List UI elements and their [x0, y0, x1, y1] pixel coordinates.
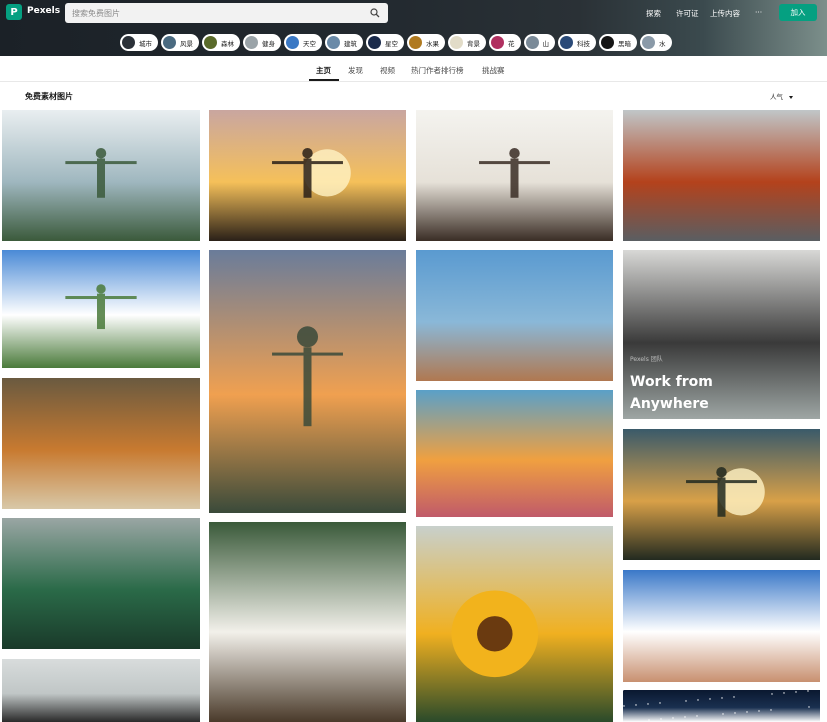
- photo-person-in-green-bushes[interactable]: [2, 518, 200, 649]
- chevron-down-icon: [789, 95, 793, 99]
- category-thumbnail-icon: [642, 36, 655, 49]
- nav-more-menu[interactable]: ···: [755, 8, 762, 17]
- photo-autumn-road-red-trees[interactable]: [623, 110, 820, 241]
- category-chip-label: 风景: [180, 39, 193, 48]
- category-chip[interactable]: 风景: [161, 34, 199, 51]
- category-chip-label: 森林: [221, 39, 234, 48]
- category-chip[interactable]: 森林: [202, 34, 240, 51]
- main-tabs: 主页 发现 视频 热门作者排行榜 挑战赛: [0, 56, 827, 82]
- category-chip-label: 天空: [303, 39, 316, 48]
- search-input[interactable]: [65, 8, 355, 18]
- tab-videos[interactable]: 视频: [380, 65, 395, 76]
- category-chips: 城市 风景 森林 健身 天空 建筑 星空 水果 背景 花 山 科技 黑暗 水: [120, 34, 672, 51]
- photo-sunflower-in-field[interactable]: [416, 526, 613, 722]
- category-chip-label: 花: [508, 39, 515, 48]
- ad-title-line-1: Work from: [630, 374, 713, 390]
- top-navigation: P Pexels 探索 许可证 上传内容 ··· 加入: [0, 0, 827, 26]
- ad-title-line-2: Anywhere: [630, 396, 709, 412]
- join-button[interactable]: 加入: [779, 4, 817, 21]
- photo-starry-night-sky[interactable]: [623, 690, 820, 722]
- category-thumbnail-icon: [122, 36, 135, 49]
- category-chip-label: 健身: [262, 39, 275, 48]
- category-chip-label: 背景: [467, 39, 480, 48]
- category-chip-label: 水: [659, 39, 666, 48]
- tab-challenges[interactable]: 挑战赛: [482, 65, 505, 76]
- pexels-logo-icon[interactable]: P: [6, 4, 22, 20]
- photo-woman-raising-arm-bright-sky[interactable]: [416, 110, 613, 241]
- category-thumbnail-icon: [286, 36, 299, 49]
- category-thumbnail-icon: [450, 36, 463, 49]
- category-chip[interactable]: 科技: [558, 34, 596, 51]
- tab-discover[interactable]: 发现: [348, 65, 363, 76]
- brand-name[interactable]: Pexels: [27, 6, 60, 16]
- category-chip[interactable]: 水: [640, 34, 672, 51]
- category-chip[interactable]: 健身: [243, 34, 281, 51]
- photo-woman-autumn-leaves[interactable]: [2, 378, 200, 509]
- ad-subtitle: Pexels 团队: [630, 356, 663, 363]
- photo-man-arms-up-golden-hour[interactable]: [623, 429, 820, 560]
- nav-explore[interactable]: 探索: [646, 8, 661, 19]
- category-thumbnail-icon: [368, 36, 381, 49]
- category-chip[interactable]: 山: [523, 34, 555, 51]
- nav-upload[interactable]: 上传内容: [710, 8, 740, 19]
- category-chip-label: 水果: [426, 39, 439, 48]
- category-chip[interactable]: 水果: [407, 34, 445, 51]
- category-thumbnail-icon: [245, 36, 258, 49]
- category-thumbnail-icon: [409, 36, 422, 49]
- category-thumbnail-icon: [491, 36, 504, 49]
- category-chip[interactable]: 天空: [284, 34, 322, 51]
- category-chip-label: 建筑: [344, 39, 357, 48]
- photo-man-arms-wide-green-valley[interactable]: [2, 250, 200, 368]
- photo-woman-white-dress-in-tree[interactable]: [209, 522, 406, 722]
- category-chip[interactable]: 建筑: [325, 34, 363, 51]
- photo-gray-sky-person[interactable]: [2, 659, 200, 722]
- photo-man-jumping-by-lake[interactable]: [2, 110, 200, 241]
- pexels-page: P Pexels 探索 许可证 上传内容 ··· 加入 城市 风景 森林 健身 天空 建筑…: [0, 0, 827, 722]
- category-chip-label: 城市: [139, 39, 152, 48]
- category-thumbnail-icon: [327, 36, 340, 49]
- category-thumbnail-icon: [204, 36, 217, 49]
- search-bar: [65, 3, 388, 23]
- category-thumbnail-icon: [525, 36, 539, 49]
- tab-home[interactable]: 主页: [316, 65, 331, 76]
- category-chip[interactable]: 星空: [366, 34, 404, 51]
- photo-woman-arms-wide-mountain-sunrise[interactable]: [209, 250, 406, 513]
- category-thumbnail-icon: [560, 36, 573, 49]
- category-chip[interactable]: 背景: [448, 34, 486, 51]
- category-thumbnail-icon: [163, 36, 176, 49]
- category-chip[interactable]: 黑暗: [599, 34, 637, 51]
- category-chip[interactable]: 花: [489, 34, 521, 51]
- nav-license[interactable]: 许可证: [676, 8, 699, 19]
- photo-pastel-mountain-layers-sunset[interactable]: [416, 390, 613, 517]
- photo-hands-breaking-handcuffs-sky[interactable]: [623, 570, 820, 682]
- category-chip-label: 科技: [577, 39, 590, 48]
- category-thumbnail-icon: [601, 36, 614, 49]
- category-chip[interactable]: 城市: [120, 34, 158, 51]
- sort-label: 人气: [770, 93, 783, 101]
- category-chip-label: 山: [542, 39, 550, 48]
- sort-dropdown[interactable]: 人气: [770, 91, 793, 101]
- active-tab-indicator: [309, 79, 339, 81]
- photo-woman-silhouette-sunset-pier[interactable]: [209, 110, 406, 241]
- ad-title[interactable]: Work from Anywhere: [630, 371, 750, 415]
- category-chip-label: 星空: [385, 39, 398, 48]
- photo-hand-reaching-sea-sparkle[interactable]: [416, 250, 613, 381]
- search-icon[interactable]: [370, 8, 380, 18]
- section-title: 免费素材图片: [25, 92, 73, 101]
- tab-leaderboard[interactable]: 热门作者排行榜: [411, 65, 464, 76]
- category-chip-label: 黑暗: [618, 39, 631, 48]
